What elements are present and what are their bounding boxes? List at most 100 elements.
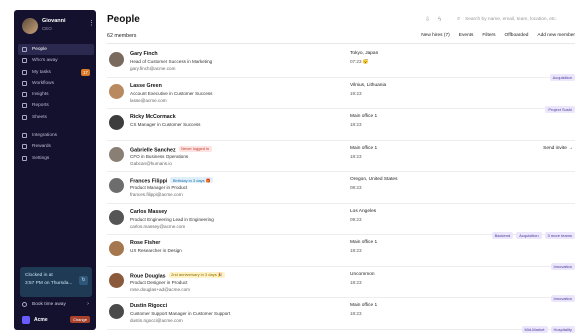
person-icon: [22, 47, 27, 52]
status-badge: Never logged in: [178, 145, 212, 152]
search-input[interactable]: ⌕ Search by name, email, team, location,…: [457, 15, 575, 25]
table-row[interactable]: Roue Douglas 2nd anniversary in 3 days 🎉 P…: [107, 267, 575, 302]
sidebar-item-label: Reports: [32, 103, 49, 109]
member-role: Account Executive in Customer Success: [130, 90, 213, 96]
divider: [107, 43, 575, 44]
team-tag[interactable]: Mid-Market: [521, 326, 548, 333]
sidebar-item-who-s-away[interactable]: Who's away: [18, 55, 94, 66]
send-invite-button[interactable]: Send invite →: [543, 146, 573, 151]
member-local-time: 18:23: [350, 248, 362, 253]
sidebar-item-reports[interactable]: Reports: [18, 100, 94, 111]
lightning-icon[interactable]: ϟ: [438, 17, 441, 23]
avatar: [109, 272, 124, 288]
member-local-time: 07:23 😴: [350, 59, 369, 64]
table-row[interactable]: Gabrielle Sanchez Never logged in CFO in B…: [107, 141, 575, 172]
clock-status: Clocked in at: [25, 273, 53, 278]
member-location: Los Angeles: [350, 208, 377, 214]
action-add-new-member[interactable]: Add new member: [537, 33, 575, 38]
member-local-time: 18:23: [350, 153, 362, 159]
member-name-line: Gabrielle Sanchez Never logged in: [130, 145, 212, 153]
more-options-icon[interactable]: ⋮: [88, 20, 95, 27]
change-org-button[interactable]: Change: [69, 316, 90, 323]
action-filters[interactable]: Filters: [482, 33, 495, 38]
member-name-line: Lasse Green: [130, 83, 162, 89]
action-offboarded[interactable]: Offboarded: [504, 33, 528, 38]
member-name[interactable]: Ricky McCormack: [130, 114, 176, 120]
checklist-icon: [22, 69, 27, 75]
member-name[interactable]: Rose Fisher: [130, 240, 160, 246]
member-location: Main office 1: [350, 145, 378, 151]
download-icon[interactable]: ⇩: [425, 16, 430, 23]
table-row[interactable]: Lasse Green Account Executive in Customer…: [107, 78, 575, 113]
member-local-time: 18:23: [350, 122, 362, 127]
sidebar-item-insights[interactable]: Insights: [18, 89, 94, 100]
member-role: Head of Customer Success in Marketing: [130, 59, 213, 64]
member-email[interactable]: gary.finch@acme.com: [130, 66, 175, 71]
member-name-line: Gary Finch: [130, 51, 158, 57]
action-new-hires-7[interactable]: New hires (7): [421, 33, 450, 38]
member-name[interactable]: Lasse Green: [130, 83, 162, 89]
member-location: Uncommon: [350, 271, 375, 277]
sidebar-item-label: Who's away: [32, 58, 58, 64]
team-tags: Mid-Market Hospitality: [519, 318, 575, 333]
member-email[interactable]: lasse@acme.com: [130, 98, 167, 103]
member-name[interactable]: Roue Douglas: [130, 273, 166, 279]
toolbar-icons: ⇩ ϟ: [425, 16, 449, 23]
member-name-line: Roue Douglas 2nd anniversary in 3 days 🎉: [130, 271, 226, 279]
avatar: [109, 146, 124, 162]
sidebar-item-label: Rewards: [32, 144, 51, 150]
member-name-line: Rose Fisher: [130, 240, 160, 246]
member-name[interactable]: Frances Filippi: [130, 179, 167, 185]
avatar: [109, 178, 124, 193]
book-time-away-button[interactable]: Book time away ›: [20, 300, 92, 310]
member-name[interactable]: Carlos Massey: [130, 209, 167, 215]
sidebar-item-integrations[interactable]: Integrations: [18, 130, 94, 141]
avatar: [109, 209, 124, 225]
member-email[interactable]: carlos.massey@acme.com: [130, 224, 185, 229]
sidebar-item-people[interactable]: People: [18, 44, 94, 56]
clock-action-icon[interactable]: ↻: [79, 276, 88, 285]
member-location: Tokyo, Japan: [350, 51, 379, 56]
main-content: People ⇩ ϟ ⌕ Search by name, email, team,…: [107, 0, 577, 333]
sidebar-item-settings[interactable]: Settings: [18, 153, 94, 164]
avatar: [109, 304, 124, 319]
member-role: UX Researcher in Design: [130, 248, 182, 253]
member-local-time: 08:23: [350, 185, 362, 190]
member-local-time: 18:23: [350, 311, 362, 316]
search-icon: ⌕: [457, 16, 461, 22]
org-switcher[interactable]: Acme Change: [20, 315, 92, 326]
sidebar-item-rewards[interactable]: Rewards: [18, 141, 94, 152]
member-email[interactable]: Gabcan@humans.io: [130, 161, 172, 166]
sidebar-nav: People Who's away My tasks 17 Workflows Insig…: [18, 44, 94, 164]
member-name[interactable]: Gary Finch: [130, 51, 158, 57]
table-row[interactable]: Ricky McCormack CS Manager in Customer Su…: [107, 109, 575, 141]
member-location: Vilnius, Lithuania: [350, 82, 387, 88]
user-profile[interactable]: Giovanni CEO ⋮: [22, 16, 95, 40]
member-name[interactable]: Gabrielle Sanchez: [130, 147, 176, 153]
sheet-icon: [22, 114, 27, 120]
plane-icon: [22, 58, 27, 64]
member-email[interactable]: rose.douglas+ad@acme.com: [130, 287, 190, 292]
table-row[interactable]: Dustin Rigocci Customer Support Manager i…: [107, 298, 575, 333]
table-row[interactable]: Gary Finch Head of Customer Success in Ma…: [107, 46, 575, 81]
member-name-line: Ricky McCormack: [130, 114, 176, 120]
team-tag[interactable]: Hospitality: [550, 326, 575, 333]
avatar: [109, 115, 124, 130]
table-row[interactable]: Carlos Massey Product Engineering Lead in…: [107, 204, 575, 239]
table-row[interactable]: Frances Filippi Birthday in 3 days 🎁 Produ…: [107, 172, 575, 204]
member-name[interactable]: Dustin Rigocci: [130, 303, 167, 309]
report-icon: [22, 103, 27, 109]
member-email[interactable]: dustin.rigocci@acme.com: [130, 318, 183, 323]
sidebar-item-label: My tasks: [32, 69, 51, 75]
sidebar-item-sheets[interactable]: Sheets: [18, 112, 94, 123]
table-row[interactable]: Rose Fisher UX Researcher in Design Main o…: [107, 235, 575, 270]
sidebar-item-workflows[interactable]: Workflows: [18, 78, 94, 89]
org-logo-icon: [22, 316, 30, 324]
sidebar-item-label: People: [32, 47, 47, 52]
sidebar-item-my-tasks[interactable]: My tasks 17: [18, 67, 94, 78]
member-email[interactable]: frances.filippi@acme.com: [130, 192, 183, 197]
member-location: Main office 1: [350, 240, 378, 245]
sidebar-item-label: Workflows: [32, 80, 55, 86]
clock-in-card[interactable]: Clocked in at 3:57 PM on Thursda... ↻: [20, 267, 92, 297]
action-events[interactable]: Events: [459, 33, 474, 38]
